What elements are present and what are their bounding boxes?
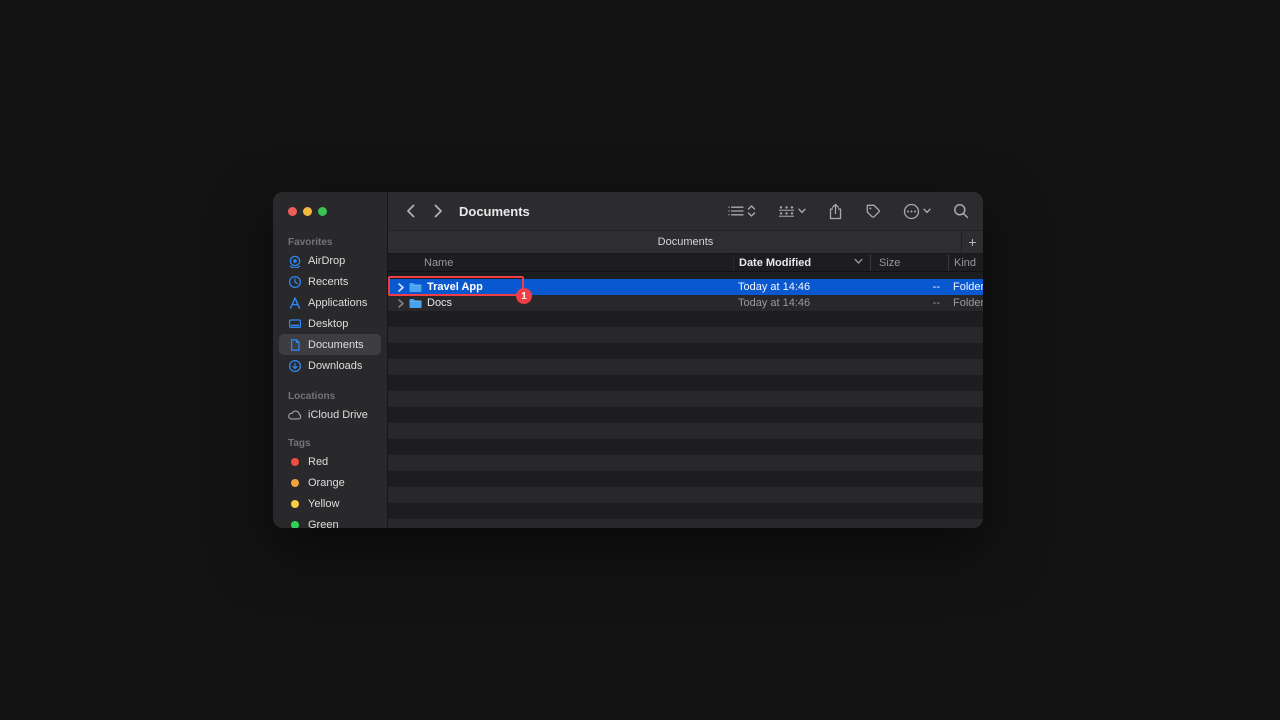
green-tag-icon <box>291 521 299 529</box>
tab-bar: Documents + <box>388 230 983 254</box>
toolbar: Documents <box>388 192 983 230</box>
column-header-name[interactable]: Name <box>388 254 733 271</box>
close-window-button[interactable] <box>288 207 297 216</box>
sidebar-item-label: iCloud Drive <box>308 409 368 421</box>
airdrop-icon <box>288 254 302 268</box>
back-button[interactable] <box>401 199 419 223</box>
search-button[interactable] <box>953 203 969 219</box>
tab-documents[interactable]: Documents <box>658 236 714 248</box>
folder-icon <box>409 282 422 293</box>
file-row-travel-app[interactable]: Travel App Today at 14:46 -- Folder <box>388 279 983 295</box>
minimize-window-button[interactable] <box>303 207 312 216</box>
sidebar-tag-orange[interactable]: Orange <box>279 472 381 493</box>
clock-icon <box>288 275 302 289</box>
share-icon <box>828 203 843 220</box>
disclosure-chevron-icon[interactable] <box>398 299 404 308</box>
document-icon <box>288 338 302 352</box>
empty-list-stripes <box>388 311 983 528</box>
sidebar-item-label: Desktop <box>308 318 348 330</box>
download-circle-icon <box>288 359 302 373</box>
file-date-modified: Today at 14:46 <box>733 295 870 311</box>
sidebar-section-favorites: Favorites <box>273 236 387 250</box>
file-kind: Folder <box>948 295 983 311</box>
folder-icon <box>409 298 422 309</box>
annotation-step-badge: 1 <box>516 288 532 304</box>
list-view-icon <box>728 204 744 218</box>
sidebar-item-label: Applications <box>308 297 367 309</box>
desktop-icon <box>288 317 302 331</box>
tags-button[interactable] <box>865 203 881 219</box>
orange-tag-icon <box>291 479 299 487</box>
file-size: -- <box>870 279 948 295</box>
applications-a-icon <box>288 296 302 310</box>
group-view-icon <box>778 204 795 218</box>
window-controls <box>273 192 387 230</box>
file-row-docs[interactable]: Docs Today at 14:46 -- Folder <box>388 295 983 311</box>
file-size: -- <box>870 295 948 311</box>
sidebar: Favorites AirDrop Recents Applications D… <box>273 192 388 528</box>
sidebar-item-downloads[interactable]: Downloads <box>279 355 381 376</box>
sidebar-section-tags: Tags <box>273 437 387 451</box>
sidebar-tag-red[interactable]: Red <box>279 451 381 472</box>
sidebar-tag-yellow[interactable]: Yellow <box>279 493 381 514</box>
sidebar-item-label: Recents <box>308 276 348 288</box>
disclosure-chevron-icon[interactable] <box>398 283 404 292</box>
share-button[interactable] <box>828 203 843 220</box>
sidebar-section-locations: Locations <box>273 390 387 404</box>
sidebar-item-applications[interactable]: Applications <box>279 292 381 313</box>
window-title: Documents <box>459 204 530 219</box>
sidebar-item-documents[interactable]: Documents <box>279 334 381 355</box>
more-options-button[interactable] <box>903 203 931 220</box>
column-header-kind[interactable]: Kind <box>948 254 983 271</box>
column-headers: Name Date Modified Size Kind <box>388 254 983 272</box>
cloud-icon <box>288 408 302 422</box>
new-tab-button[interactable]: + <box>961 231 983 253</box>
sidebar-item-label: Downloads <box>308 360 362 372</box>
sidebar-item-airdrop[interactable]: AirDrop <box>279 250 381 271</box>
sort-updown-icon <box>747 204 756 218</box>
sidebar-item-label: Documents <box>308 339 364 351</box>
tag-label: Red <box>308 456 328 468</box>
more-options-icon <box>903 203 920 220</box>
group-by-button[interactable] <box>778 204 806 218</box>
search-icon <box>953 203 969 219</box>
tag-label: Yellow <box>308 498 339 510</box>
file-list: Travel App Today at 14:46 -- Folder Docs… <box>388 272 983 528</box>
file-name: Travel App <box>427 279 483 295</box>
sidebar-item-label: AirDrop <box>308 255 345 267</box>
chevron-down-icon <box>798 208 806 214</box>
red-tag-icon <box>291 458 299 466</box>
main-content: Documents <box>388 192 983 528</box>
column-header-label: Date Modified <box>739 257 811 269</box>
column-header-size[interactable]: Size <box>870 254 948 271</box>
file-date-modified: Today at 14:46 <box>733 279 870 295</box>
chevron-down-icon <box>923 208 931 214</box>
forward-button[interactable] <box>429 199 447 223</box>
column-header-date-modified[interactable]: Date Modified <box>733 254 870 271</box>
tag-icon <box>865 203 881 219</box>
file-kind: Folder <box>948 279 983 295</box>
tag-label: Green <box>308 519 339 529</box>
view-options-button[interactable] <box>728 204 756 218</box>
sort-chevron-down-icon <box>854 258 863 265</box>
finder-window: Favorites AirDrop Recents Applications D… <box>273 192 983 528</box>
sidebar-item-icloud-drive[interactable]: iCloud Drive <box>279 404 381 425</box>
file-name: Docs <box>427 295 452 311</box>
zoom-window-button[interactable] <box>318 207 327 216</box>
sidebar-item-desktop[interactable]: Desktop <box>279 313 381 334</box>
sidebar-tag-green[interactable]: Green <box>279 514 381 528</box>
tag-label: Orange <box>308 477 345 489</box>
sidebar-item-recents[interactable]: Recents <box>279 271 381 292</box>
yellow-tag-icon <box>291 500 299 508</box>
